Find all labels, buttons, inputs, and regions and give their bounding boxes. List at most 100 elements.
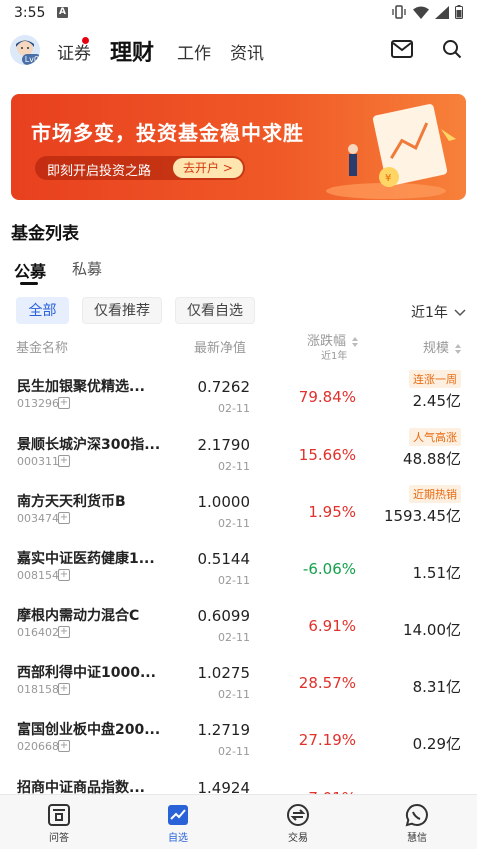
qa-icon [48,804,70,826]
col-fund-name: 基金名称 [16,341,69,356]
col-scale[interactable]: 规模 [423,337,462,356]
section-title: 基金列表 [11,224,79,244]
level-badge: Lv0 [21,54,40,65]
add-watchlist-icon[interactable]: + [58,512,70,524]
tab-news[interactable]: 资讯 [230,39,264,64]
fund-code: 018158 [17,683,59,696]
fund-row[interactable]: 景顺长城沪深300指... 000311 +2.1790 02-11 15.66% 人气高… [0,428,477,485]
bottom-tab-message[interactable]: 慧信 [387,803,447,844]
tab-work[interactable]: 工作 [177,39,211,64]
status-time: 3:55 [14,5,46,21]
notification-dot [82,37,89,44]
bottom-tab-qa-label: 问答 [49,833,69,844]
fund-name: 嘉实中证医药健康1... [17,551,155,567]
fund-code: 020668 [17,740,59,753]
fund-code: 013296 [17,397,59,410]
fund-scale: 2.45亿 [412,392,461,410]
nav-date: 02-11 [218,574,250,587]
fund-nav: 0.7262 [197,378,251,396]
status-icons [391,5,463,19]
fund-change: 27.19% [298,731,356,749]
fund-change: 28.57% [298,674,356,692]
fund-name: 富国创业板中盘200... [17,722,161,738]
fund-code: 016402 [17,626,59,639]
fund-nav: 1.0000 [197,493,251,511]
signal-icon [435,5,449,19]
fund-name: 摩根内需动力混合C [17,608,140,624]
status-bar: 3:55 A [0,0,477,26]
top-nav: Lv0 证券 理财 工作 资讯 [0,30,477,74]
add-watchlist-icon[interactable]: + [58,683,70,695]
tab-private-funds[interactable]: 私募 [72,258,102,279]
bottom-tab-watchlist[interactable]: 自选 [148,803,208,844]
fund-nav: 1.0275 [197,664,251,682]
chevron-down-icon [454,309,466,317]
fund-tag: 近期热销 [409,485,461,503]
fund-scale: 14.00亿 [403,621,461,639]
chat-bubble-icon [405,803,428,827]
add-watchlist-icon[interactable]: + [58,626,70,638]
svg-text:¥: ¥ [385,173,391,184]
fund-code: 003474 [17,512,59,525]
open-account-button[interactable]: 去开户 > [173,158,243,178]
search-icon[interactable] [442,39,462,59]
filter-watchlist[interactable]: 仅看自选 [175,297,255,324]
nav-date: 02-11 [218,688,250,701]
fund-tag: 连涨一周 [409,370,461,388]
active-tab-indicator [20,282,38,285]
bottom-tab-watchlist-label: 自选 [168,833,188,844]
fund-row[interactable]: 南方天天利货币B 003474 +1.0000 02-11 1.95% 近期热销 1593.… [0,485,477,542]
fund-row[interactable]: 民生加银聚优精选... 013296 +0.7262 02-11 79.84% 连涨一周 2… [0,370,477,427]
col-scale-label: 规模 [423,341,450,356]
mail-icon[interactable] [391,40,413,58]
vibrate-icon [392,5,406,19]
bottom-tab-trade-label: 交易 [288,833,308,844]
fund-name: 景顺长城沪深300指... [17,437,161,453]
fund-code: 008154 [17,569,59,582]
add-watchlist-icon[interactable]: + [58,397,70,409]
fund-nav: 1.2719 [197,721,251,739]
bottom-tab-message-label: 慧信 [407,833,427,844]
period-dropdown[interactable]: 近1年 [411,302,466,322]
avatar[interactable]: Lv0 [10,35,40,65]
fund-tag: 人气高涨 [409,428,461,446]
fund-name: 民生加银聚优精选... [17,379,145,395]
fund-scale: 48.88亿 [403,450,461,468]
notification-a-icon: A [57,7,68,18]
fund-scale: 1.51亿 [412,564,461,582]
fund-name: 西部利得中证1000... [17,665,156,681]
bottom-tab-trade[interactable]: 交易 [268,803,328,844]
fund-name: 南方天天利货币B [17,494,126,510]
filter-all[interactable]: 全部 [16,297,69,324]
add-watchlist-icon[interactable]: + [58,569,70,581]
col-change-period: 近1年 [321,351,348,362]
bottom-tab-qa[interactable]: 问答 [29,803,89,844]
fund-row[interactable]: 嘉实中证医药健康1... 008154 +0.5144 02-11 -6.06% 1.51… [0,542,477,599]
tab-public-funds[interactable]: 公募 [14,258,46,282]
sort-icon [455,343,462,354]
chart-trend-icon [168,805,188,825]
filter-recommended[interactable]: 仅看推荐 [82,297,162,324]
bottom-tab-bar: 问答 自选 交易 慧信 [0,794,477,849]
fund-nav: 0.5144 [197,550,251,568]
fund-row[interactable]: 西部利得中证1000... 018158 +1.0275 02-11 28.57% 8.3… [0,656,477,713]
fund-change: -6.06% [302,560,356,578]
fund-change: 15.66% [298,446,356,464]
fund-row[interactable]: 摩根内需动力混合C 016402 +0.6099 02-11 6.91% 14.00亿 [0,599,477,656]
nav-date: 02-11 [218,517,250,530]
nav-date: 02-11 [218,631,250,644]
fund-row[interactable]: 富国创业板中盘200... 020668 +1.2719 02-11 27.19% 0.2… [0,713,477,770]
tab-wealth[interactable]: 理财 [110,35,154,67]
exchange-icon [287,804,309,826]
fund-nav: 2.1790 [197,436,251,454]
sort-icon [352,336,359,347]
promo-banner[interactable]: 市场多变，投资基金稳中求胜 即刻开启投资之路 去开户 > ¥ [11,94,466,200]
wifi-icon [413,6,429,19]
banner-headline: 市场多变，投资基金稳中求胜 [31,121,304,145]
fund-change: 6.91% [308,617,356,635]
add-watchlist-icon[interactable]: + [58,740,70,752]
banner-subtext: 即刻开启投资之路 [47,164,152,179]
fund-change: 79.84% [298,388,356,406]
nav-date: 02-11 [218,745,250,758]
add-watchlist-icon[interactable]: + [58,455,70,467]
